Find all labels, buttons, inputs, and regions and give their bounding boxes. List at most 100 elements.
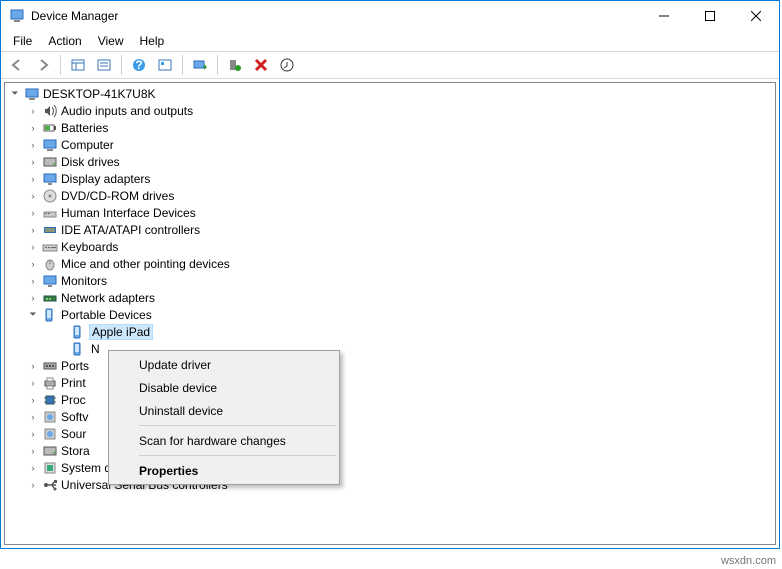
tree-label: Ports: [61, 359, 89, 373]
tree-category[interactable]: › Keyboards: [5, 238, 775, 255]
tree-category[interactable]: ⏷ Portable Devices: [5, 306, 775, 323]
menu-action[interactable]: Action: [42, 33, 87, 49]
toolbar-btn-2[interactable]: [92, 54, 116, 76]
device-icon: [69, 324, 87, 340]
window-title: Device Manager: [31, 9, 641, 23]
expand-icon[interactable]: ›: [27, 276, 39, 286]
scan-hardware-icon[interactable]: [188, 54, 212, 76]
svg-text:?: ?: [135, 58, 142, 72]
tree-label: Audio inputs and outputs: [61, 104, 193, 118]
device-icon: [69, 341, 87, 357]
tree-label: Stora: [61, 444, 90, 458]
tree-category[interactable]: ›DVD/CD-ROM drives: [5, 187, 775, 204]
menu-view[interactable]: View: [92, 33, 130, 49]
tree-label: Sour: [61, 427, 86, 441]
collapse-icon[interactable]: ⏷: [9, 88, 21, 99]
tree-category[interactable]: ›Display adapters: [5, 170, 775, 187]
expand-icon[interactable]: ›: [27, 123, 39, 133]
tree-label: Monitors: [61, 274, 107, 288]
expand-icon[interactable]: ›: [27, 157, 39, 167]
expand-icon[interactable]: ›: [27, 140, 39, 150]
ctx-scan-hardware[interactable]: Scan for hardware changes: [111, 429, 337, 452]
watermark: wsxdn.com: [721, 555, 776, 567]
menu-file[interactable]: File: [7, 33, 38, 49]
expand-icon[interactable]: ›: [27, 293, 39, 303]
back-button[interactable]: [5, 54, 29, 76]
expand-icon[interactable]: ›: [27, 208, 39, 218]
expand-icon[interactable]: ›: [27, 480, 39, 490]
maximize-button[interactable]: [687, 1, 733, 31]
tree-label: Keyboards: [61, 240, 118, 254]
toolbar-separator: [182, 55, 183, 75]
category-icon: [41, 358, 59, 374]
tree-category[interactable]: ›Network adapters: [5, 289, 775, 306]
category-icon: [41, 307, 59, 323]
ctx-disable-device[interactable]: Disable device: [111, 376, 337, 399]
category-icon: [41, 120, 59, 136]
expand-icon[interactable]: ›: [27, 225, 39, 235]
tree-label: Apple iPad: [89, 324, 153, 340]
category-icon: [41, 443, 59, 459]
tree-device[interactable]: Apple iPad: [5, 323, 775, 340]
category-icon: [41, 171, 59, 187]
forward-button[interactable]: [31, 54, 55, 76]
expand-icon[interactable]: ›: [27, 174, 39, 184]
ctx-update-driver[interactable]: Update driver: [111, 353, 337, 376]
tree-category[interactable]: › Batteries: [5, 119, 775, 136]
tree-category[interactable]: ›Human Interface Devices: [5, 204, 775, 221]
tree-label: Computer: [61, 138, 114, 152]
category-icon: [41, 222, 59, 238]
expand-icon[interactable]: ›: [27, 446, 39, 456]
tree-category[interactable]: › Audio inputs and outputs: [5, 102, 775, 119]
context-menu: Update driver Disable device Uninstall d…: [108, 350, 340, 485]
expand-icon[interactable]: ›: [27, 395, 39, 405]
category-icon: [41, 205, 59, 221]
expand-icon[interactable]: ›: [27, 106, 39, 116]
ctx-separator: [139, 425, 336, 426]
expand-icon[interactable]: ›: [27, 361, 39, 371]
toolbar-separator: [217, 55, 218, 75]
tree-label: Batteries: [61, 121, 108, 135]
tree-category[interactable]: › IDE ATA/ATAPI controllers: [5, 221, 775, 238]
expand-icon[interactable]: ›: [27, 242, 39, 252]
expand-icon[interactable]: ›: [27, 191, 39, 201]
toolbar: ?: [1, 51, 779, 79]
category-icon: [41, 273, 59, 289]
toolbar-separator: [121, 55, 122, 75]
tree-category[interactable]: ›Mice and other pointing devices: [5, 255, 775, 272]
ctx-separator: [139, 455, 336, 456]
expand-icon[interactable]: ›: [27, 429, 39, 439]
ctx-uninstall-device[interactable]: Uninstall device: [111, 399, 337, 422]
toolbar-btn-1[interactable]: [66, 54, 90, 76]
tree-category[interactable]: › Disk drives: [5, 153, 775, 170]
tree-label: N: [89, 342, 102, 356]
toolbar-separator: [60, 55, 61, 75]
expand-icon[interactable]: ›: [27, 463, 39, 473]
expand-icon[interactable]: ⏷: [27, 309, 39, 320]
tree-category[interactable]: › Monitors: [5, 272, 775, 289]
tree-label: Softv: [61, 410, 88, 424]
uninstall-icon[interactable]: [249, 54, 273, 76]
ctx-properties[interactable]: Properties: [111, 459, 337, 482]
tree-category[interactable]: › Computer: [5, 136, 775, 153]
toolbar-btn-4[interactable]: [275, 54, 299, 76]
expand-icon[interactable]: ›: [27, 259, 39, 269]
tree-root[interactable]: ⏷DESKTOP-41K7U8K: [5, 85, 775, 102]
tree-label: Disk drives: [61, 155, 120, 169]
menubar: File Action View Help: [1, 31, 779, 51]
menu-help[interactable]: Help: [134, 33, 171, 49]
category-icon: [41, 239, 59, 255]
category-icon: [41, 426, 59, 442]
close-button[interactable]: [733, 1, 779, 31]
category-icon: [41, 290, 59, 306]
toolbar-btn-3[interactable]: [153, 54, 177, 76]
toolbar-add-icon[interactable]: [223, 54, 247, 76]
expand-icon[interactable]: ›: [27, 412, 39, 422]
help-icon[interactable]: ?: [127, 54, 151, 76]
minimize-button[interactable]: [641, 1, 687, 31]
tree-label: Portable Devices: [61, 308, 152, 322]
app-icon: [9, 8, 25, 24]
expand-icon[interactable]: ›: [27, 378, 39, 388]
tree-label: IDE ATA/ATAPI controllers: [61, 223, 200, 237]
category-icon: [41, 103, 59, 119]
